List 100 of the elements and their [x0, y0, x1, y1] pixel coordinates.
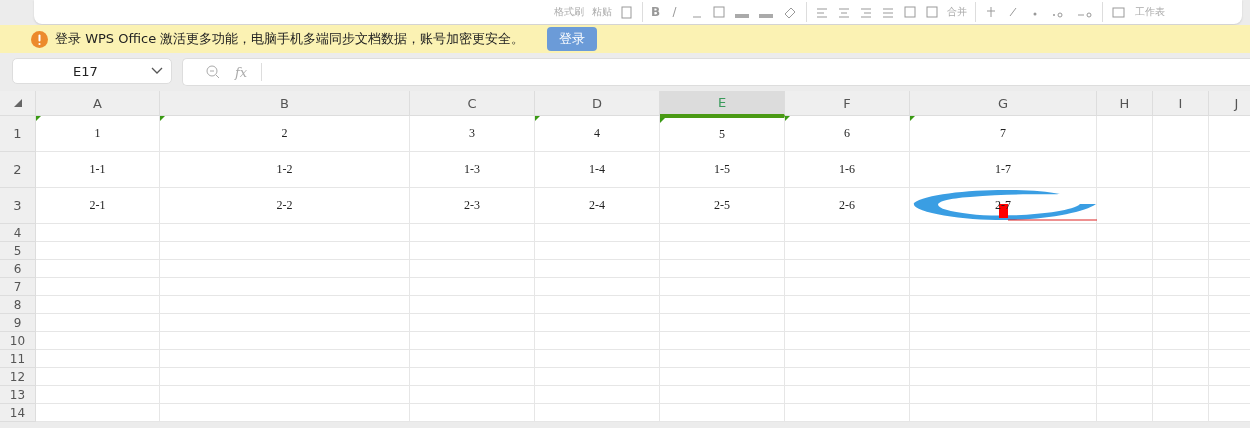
- table-cell[interactable]: [785, 404, 910, 422]
- table-cell[interactable]: [785, 278, 910, 296]
- table-cell[interactable]: [36, 242, 160, 260]
- table-cell[interactable]: [36, 350, 160, 368]
- table-cell[interactable]: [910, 350, 1097, 368]
- column-header[interactable]: B: [160, 91, 410, 116]
- align-center-icon[interactable]: [837, 5, 852, 19]
- table-cell[interactable]: [910, 368, 1097, 386]
- table-cell[interactable]: 1-4: [535, 152, 660, 188]
- table-cell[interactable]: [785, 386, 910, 404]
- align-left-icon[interactable]: [815, 5, 830, 19]
- border-icon[interactable]: [712, 5, 727, 19]
- table-cell[interactable]: [1153, 368, 1209, 386]
- table-cell[interactable]: [785, 368, 910, 386]
- table-cell[interactable]: [160, 332, 410, 350]
- table-cell[interactable]: [660, 314, 785, 332]
- table-cell[interactable]: [36, 224, 160, 242]
- table-cell[interactable]: [410, 260, 535, 278]
- table-cell[interactable]: [785, 260, 910, 278]
- table-cell[interactable]: [410, 350, 535, 368]
- table-cell[interactable]: [660, 386, 785, 404]
- table-cell[interactable]: 5: [660, 116, 785, 152]
- table-cell[interactable]: [660, 224, 785, 242]
- column-header[interactable]: C: [410, 91, 535, 116]
- table-cell[interactable]: [785, 242, 910, 260]
- table-cell[interactable]: [1097, 332, 1153, 350]
- row-header[interactable]: 9: [0, 314, 36, 332]
- table-cell[interactable]: [160, 350, 410, 368]
- row-header[interactable]: 3: [0, 188, 36, 224]
- table-cell[interactable]: [660, 278, 785, 296]
- table-cell[interactable]: [535, 278, 660, 296]
- column-header[interactable]: J: [1209, 91, 1250, 116]
- table-cell[interactable]: [36, 368, 160, 386]
- table-cell[interactable]: [910, 224, 1097, 242]
- table-cell[interactable]: [410, 314, 535, 332]
- table-cell[interactable]: [660, 350, 785, 368]
- table-cell[interactable]: 2-4: [535, 188, 660, 224]
- table-cell[interactable]: [1153, 242, 1209, 260]
- table-cell[interactable]: [410, 224, 535, 242]
- table-cell[interactable]: [160, 386, 410, 404]
- table-cell[interactable]: [910, 332, 1097, 350]
- table-cell[interactable]: 1-6: [785, 152, 910, 188]
- table-cell[interactable]: [910, 278, 1097, 296]
- table-cell[interactable]: [535, 224, 660, 242]
- table-cell[interactable]: [36, 404, 160, 422]
- table-cell[interactable]: 1-2: [160, 152, 410, 188]
- table-cell[interactable]: [1153, 386, 1209, 404]
- table-cell[interactable]: [1153, 314, 1209, 332]
- table-cell[interactable]: [535, 242, 660, 260]
- row-header[interactable]: 1: [0, 116, 36, 152]
- table-cell[interactable]: [660, 404, 785, 422]
- row-header[interactable]: 14: [0, 404, 36, 422]
- table-cell[interactable]: [36, 332, 160, 350]
- table-cell[interactable]: [160, 224, 410, 242]
- table-cell[interactable]: [1153, 260, 1209, 278]
- table-cell[interactable]: 2-5: [660, 188, 785, 224]
- row-header[interactable]: 6: [0, 260, 36, 278]
- table-cell[interactable]: [660, 296, 785, 314]
- row-header[interactable]: 10: [0, 332, 36, 350]
- table-cell[interactable]: [535, 314, 660, 332]
- table-cell[interactable]: [1153, 296, 1209, 314]
- row-header[interactable]: 11: [0, 350, 36, 368]
- table-cell[interactable]: [1097, 296, 1153, 314]
- table-cell[interactable]: 2-6: [785, 188, 910, 224]
- table-cell[interactable]: [160, 296, 410, 314]
- table-cell[interactable]: [785, 350, 910, 368]
- table-cell[interactable]: 2-7: [910, 188, 1097, 224]
- table-cell[interactable]: [1097, 278, 1153, 296]
- table-cell[interactable]: [660, 260, 785, 278]
- table-cell[interactable]: 2-3: [410, 188, 535, 224]
- table-cell[interactable]: [535, 260, 660, 278]
- table-cell[interactable]: [910, 404, 1097, 422]
- table-cell[interactable]: 4: [535, 116, 660, 152]
- table-cell[interactable]: [910, 260, 1097, 278]
- table-cell[interactable]: [785, 296, 910, 314]
- table-cell[interactable]: [660, 368, 785, 386]
- row-header[interactable]: 2: [0, 152, 36, 188]
- row-header[interactable]: 5: [0, 242, 36, 260]
- row-header[interactable]: 7: [0, 278, 36, 296]
- table-cell[interactable]: 2-1: [36, 188, 160, 224]
- table-cell[interactable]: [160, 368, 410, 386]
- table-cell[interactable]: [36, 278, 160, 296]
- table-cell[interactable]: 1: [36, 116, 160, 152]
- row-header[interactable]: 13: [0, 386, 36, 404]
- row-header[interactable]: 12: [0, 368, 36, 386]
- table-cell[interactable]: 6: [785, 116, 910, 152]
- table-cell[interactable]: [36, 296, 160, 314]
- table-cell[interactable]: [410, 368, 535, 386]
- table-cell[interactable]: 2-2: [160, 188, 410, 224]
- table-cell[interactable]: [785, 314, 910, 332]
- table-cell[interactable]: [1153, 224, 1209, 242]
- table-cell[interactable]: [535, 332, 660, 350]
- table-cell[interactable]: [660, 332, 785, 350]
- column-header[interactable]: H: [1097, 91, 1153, 116]
- table-cell[interactable]: 7: [910, 116, 1097, 152]
- table-cell[interactable]: [535, 296, 660, 314]
- table-cell[interactable]: [535, 386, 660, 404]
- table-cell[interactable]: [1097, 314, 1153, 332]
- table-cell[interactable]: [160, 260, 410, 278]
- table-cell[interactable]: [36, 314, 160, 332]
